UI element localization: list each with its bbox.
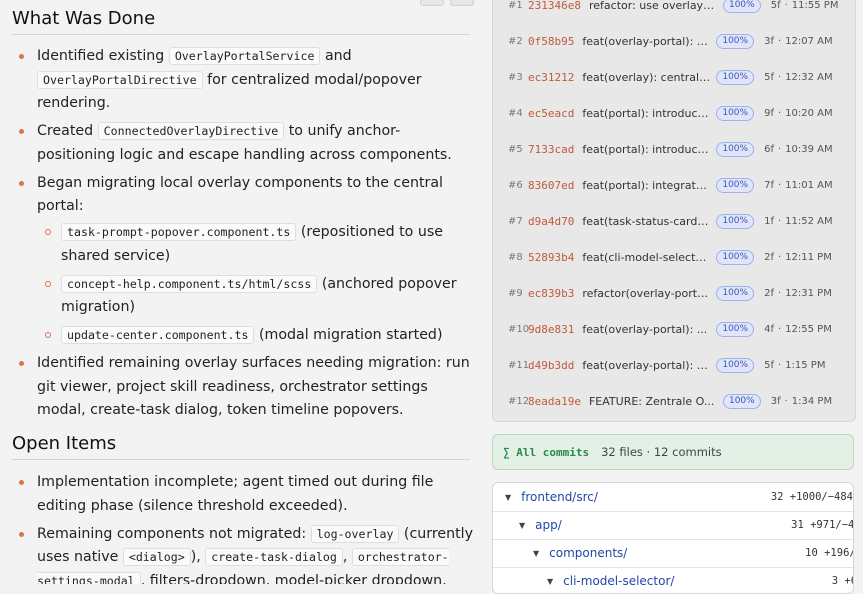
inline-code: task-prompt-popover.component.ts — [61, 222, 297, 241]
open-list: Implementation incomplete; agent timed o… — [12, 471, 477, 584]
chevron-down-icon[interactable]: ▼ — [505, 493, 511, 502]
commit-hash[interactable]: ec31212 — [528, 71, 574, 84]
progress-badge: 100% — [716, 177, 755, 193]
commit-row[interactable]: #1 231346e8 refactor: use overlay ... 100% 5… — [493, 0, 855, 15]
inline-code: log-overlay — [310, 524, 400, 543]
commit-hash[interactable]: 8eada19e — [528, 395, 581, 408]
commit-row[interactable]: #8 52893b4 feat(cli-model-selecto... 100% 2f… — [493, 247, 855, 267]
expand-button[interactable] — [450, 0, 474, 6]
commit-row[interactable]: #4 ec5eacd feat(portal): introduce ... 100%… — [493, 103, 855, 123]
chevron-down-icon[interactable]: ▼ — [547, 577, 553, 586]
list-item: Implementation incomplete; agent timed o… — [12, 471, 477, 518]
commit-row[interactable]: #5 7133cad feat(portal): introduce ... 100%… — [493, 139, 855, 159]
commit-row[interactable]: #11 d49b3dd feat(overlay-portal): m... 100%… — [493, 355, 855, 375]
commit-totals: 32 files · 12 commits — [601, 445, 722, 459]
all-commits-summary[interactable]: ∑ All commits 32 files · 12 commits — [492, 434, 854, 470]
commit-hash[interactable]: 0f58b95 — [528, 35, 574, 48]
commit-row[interactable]: #10 9d8e831 feat(overlay-portal): ... 100% 4… — [493, 319, 855, 339]
sub-list-item: task-prompt-popover.component.ts (reposi… — [37, 221, 477, 268]
progress-badge: 100% — [716, 213, 755, 229]
tree-folder-name[interactable]: app/ — [535, 518, 562, 532]
commits-sidebar: #1 231346e8 refactor: use overlay ... 100% 5… — [484, 0, 863, 594]
tree-row[interactable]: ▼components/10 +196/−300 — [493, 539, 853, 568]
commit-hash[interactable]: ec839b3 — [528, 287, 574, 300]
commit-hash[interactable]: 7133cad — [528, 143, 574, 156]
summary-panel: What Was Done Identified existing Overla… — [0, 0, 485, 584]
commit-row[interactable]: #2 0f58b95 feat(overlay-portal): fi... 100%… — [493, 31, 855, 51]
panel-controls — [420, 0, 474, 6]
commit-hash[interactable]: d49b3dd — [528, 359, 574, 372]
list-item: Began migrating local overlay components… — [12, 172, 477, 348]
sub-list: task-prompt-popover.component.ts (reposi… — [37, 221, 477, 348]
section-title-done: What Was Done — [12, 8, 470, 35]
sub-list-item: update-center.component.ts (modal migrat… — [37, 324, 477, 348]
tree-folder-name[interactable]: cli-model-selector/ — [563, 574, 674, 588]
progress-badge: 100% — [716, 249, 755, 265]
tree-folder-name[interactable]: frontend/src/ — [521, 490, 598, 504]
commit-hash[interactable]: 231346e8 — [528, 0, 581, 12]
chevron-down-icon[interactable]: ▼ — [519, 521, 525, 530]
list-item: Remaining components not migrated: log-o… — [12, 523, 477, 584]
progress-badge: 100% — [716, 285, 755, 301]
section-title-open: Open Items — [12, 433, 470, 460]
commit-hash[interactable]: 9d8e831 — [528, 323, 574, 336]
chevron-down-icon[interactable]: ▼ — [533, 549, 539, 558]
inline-code: ConnectedOverlayDirective — [97, 122, 285, 141]
commit-row[interactable]: #9 ec839b3 refactor(overlay-portal... 100% 2… — [493, 283, 855, 303]
progress-badge: 100% — [716, 105, 755, 121]
done-list: Identified existing OverlayPortalService… — [12, 45, 477, 427]
progress-badge: 100% — [716, 33, 755, 49]
sub-list-item: concept-help.component.ts/html/scss (anc… — [37, 273, 477, 320]
tree-row[interactable]: ▼ frontend/src/32 +1000/−484 — [493, 483, 853, 512]
progress-badge: 100% — [716, 69, 755, 85]
progress-badge: 100% — [716, 141, 755, 157]
tree-row[interactable]: ▼cli-model-selector/3 +69/−142 — [493, 567, 853, 593]
list-item: Identified remaining overlay surfaces ne… — [12, 352, 477, 423]
commit-hash[interactable]: 83607ed — [528, 179, 574, 192]
inline-code: OverlayPortalService — [168, 47, 321, 65]
commit-row[interactable]: #6 83607ed feat(portal): integrate ... 100%… — [493, 175, 855, 195]
tree-folder-name[interactable]: components/ — [549, 546, 627, 560]
file-tree: ▼ frontend/src/32 +1000/−484 ▼ app/31 +971… — [492, 482, 854, 594]
all-commits-label[interactable]: ∑ All commits — [503, 446, 589, 459]
commit-row[interactable]: #7 d9a4d70 feat(task-status-card): ... 100%… — [493, 211, 855, 231]
progress-badge: 100% — [716, 357, 755, 373]
inline-code: create-task-dialog — [205, 548, 343, 567]
tree-row[interactable]: ▼app/31 +971/−484 — [493, 511, 853, 540]
inline-code: concept-help.component.ts/html/scss — [61, 274, 318, 293]
commit-row[interactable]: #3 ec31212 feat(overlay): centraliz... 100%… — [493, 67, 855, 87]
progress-badge: 100% — [722, 393, 761, 409]
commit-list: #1 231346e8 refactor: use overlay ... 100% 5… — [492, 0, 856, 422]
commit-hash[interactable]: 52893b4 — [528, 251, 574, 264]
commit-hash[interactable]: d9a4d70 — [528, 215, 574, 228]
inline-code: <dialog> — [122, 548, 191, 567]
list-item: Created ConnectedOverlayDirective to uni… — [12, 120, 477, 167]
commit-hash[interactable]: ec5eacd — [528, 107, 574, 120]
list-item: Identified existing OverlayPortalService… — [12, 45, 477, 116]
commit-row[interactable]: #12 8eada19e FEATURE: Zentrale O... 100% 3f ·… — [493, 391, 855, 411]
copy-button[interactable] — [420, 0, 444, 6]
inline-code: update-center.component.ts — [61, 326, 255, 345]
progress-badge: 100% — [716, 321, 755, 337]
progress-badge: 100% — [722, 0, 761, 13]
inline-code: OverlayPortalDirective — [37, 70, 203, 89]
